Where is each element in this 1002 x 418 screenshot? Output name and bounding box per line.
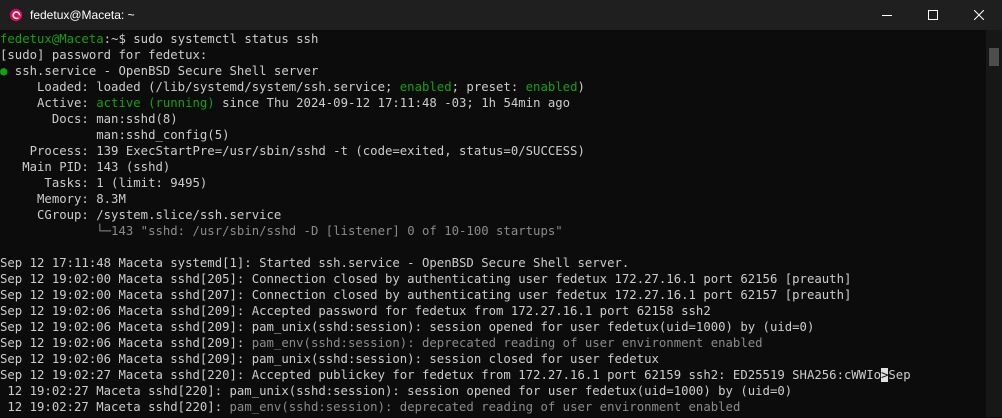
title-bar: fedetux@Maceta: ~ — [0, 0, 1002, 30]
prompt-path: :~ — [103, 32, 119, 46]
vertical-scrollbar[interactable] — [986, 30, 1002, 417]
sudo-password-line: [sudo] password for fedetux: — [0, 48, 208, 62]
loaded-enabled-value: enabled — [399, 80, 452, 94]
tasks-line: Tasks: 1 (limit: 9495) — [0, 176, 208, 190]
docs-line-2: man:sshd_config(5) — [0, 128, 230, 142]
cgroup-child-indent — [0, 224, 96, 238]
active-label: Active: — [0, 96, 97, 110]
log-text-continuation: Sep — [888, 368, 911, 382]
log-dim-message: pam_env(sshd:session): deprecated readin… — [229, 400, 741, 414]
log-line: 12 19:02:27 Maceta sshd[220]: pam_unix(s… — [0, 384, 793, 398]
log-prefix: Sep 12 19:02:06 Maceta sshd[209]: — [0, 336, 252, 350]
cgroup-child-line: └─143 "sshd: /usr/sbin/sshd -D [listener… — [0, 223, 986, 239]
prompt-symbol: $ — [118, 32, 126, 46]
close-button[interactable] — [956, 0, 1002, 30]
log-line: Sep 12 19:02:27 Maceta sshd[220]: Accept… — [0, 367, 986, 383]
cgroup-line: CGroup: /system.slice/ssh.service — [0, 208, 282, 222]
loaded-preset-value: enabled — [525, 80, 578, 94]
prompt-user-host: fedetux@Maceta — [0, 32, 104, 46]
minimize-icon — [882, 15, 892, 16]
active-line: Active: active (running) since Thu 2024-… — [0, 95, 986, 111]
memory-line: Memory: 8.3M — [0, 192, 126, 206]
loaded-line: Loaded: loaded (/lib/systemd/system/ssh.… — [0, 79, 986, 95]
debian-swirl-icon — [9, 8, 23, 22]
log-line: Sep 12 19:02:06 Maceta sshd[209]: pam_un… — [0, 352, 659, 366]
active-state: active (running) — [96, 96, 215, 110]
log-line: Sep 12 19:02:00 Maceta sshd[207]: Connec… — [0, 288, 852, 302]
log-line: Sep 12 17:11:48 Maceta systemd[1]: Start… — [0, 256, 630, 270]
close-icon — [974, 10, 984, 20]
log-line: Sep 12 19:02:06 Maceta sshd[209]: Accept… — [0, 304, 711, 318]
log-text: Sep 12 19:02:27 Maceta sshd[220]: Accept… — [0, 368, 881, 382]
log-dim-message: pam_env(sshd:session): deprecated readin… — [251, 336, 763, 350]
active-since: since Thu 2024-09-12 17:11:48 -03; 1h 54… — [214, 96, 571, 110]
log-line: 12 19:02:27 Maceta sshd[220]: pam_env(ss… — [0, 399, 986, 415]
scrollbar-thumb[interactable] — [989, 48, 999, 66]
log-line: Sep 12 19:02:00 Maceta sshd[205]: Connec… — [0, 272, 852, 286]
docs-line-1: Docs: man:sshd(8) — [0, 112, 178, 126]
service-header-line: ● ssh.service - OpenBSD Secure Shell ser… — [0, 63, 986, 79]
log-line: Sep 12 19:02:06 Maceta sshd[209]: pam_un… — [0, 320, 815, 334]
window-title: fedetux@Maceta: ~ — [30, 8, 135, 22]
log-prefix: 12 19:02:27 Maceta sshd[220]: — [0, 400, 230, 414]
maximize-button[interactable] — [910, 0, 956, 30]
loaded-text: Loaded: loaded (/lib/systemd/system/ssh.… — [0, 80, 400, 94]
maximize-icon — [928, 10, 938, 20]
process-line: Process: 139 ExecStartPre=/usr/sbin/sshd… — [0, 144, 585, 158]
terminal-output[interactable]: fedetux@Maceta:~$ sudo systemctl status … — [0, 30, 986, 418]
log-line: Sep 12 19:02:06 Maceta sshd[209]: pam_en… — [0, 335, 986, 351]
cgroup-child-process: └─143 "sshd: /usr/sbin/sshd -D [listener… — [96, 224, 563, 238]
prompt-line: fedetux@Maceta:~$ sudo systemctl status … — [0, 31, 986, 47]
window-controls — [864, 0, 1002, 30]
service-header-text: ssh.service - OpenBSD Secure Shell serve… — [7, 64, 319, 78]
loaded-preset-label: ; preset: — [451, 80, 526, 94]
minimize-button[interactable] — [864, 0, 910, 30]
prompt-command: sudo systemctl status ssh — [125, 32, 319, 46]
loaded-close-paren: ) — [577, 80, 585, 94]
main-pid-line: Main PID: 143 (sshd) — [0, 160, 171, 174]
